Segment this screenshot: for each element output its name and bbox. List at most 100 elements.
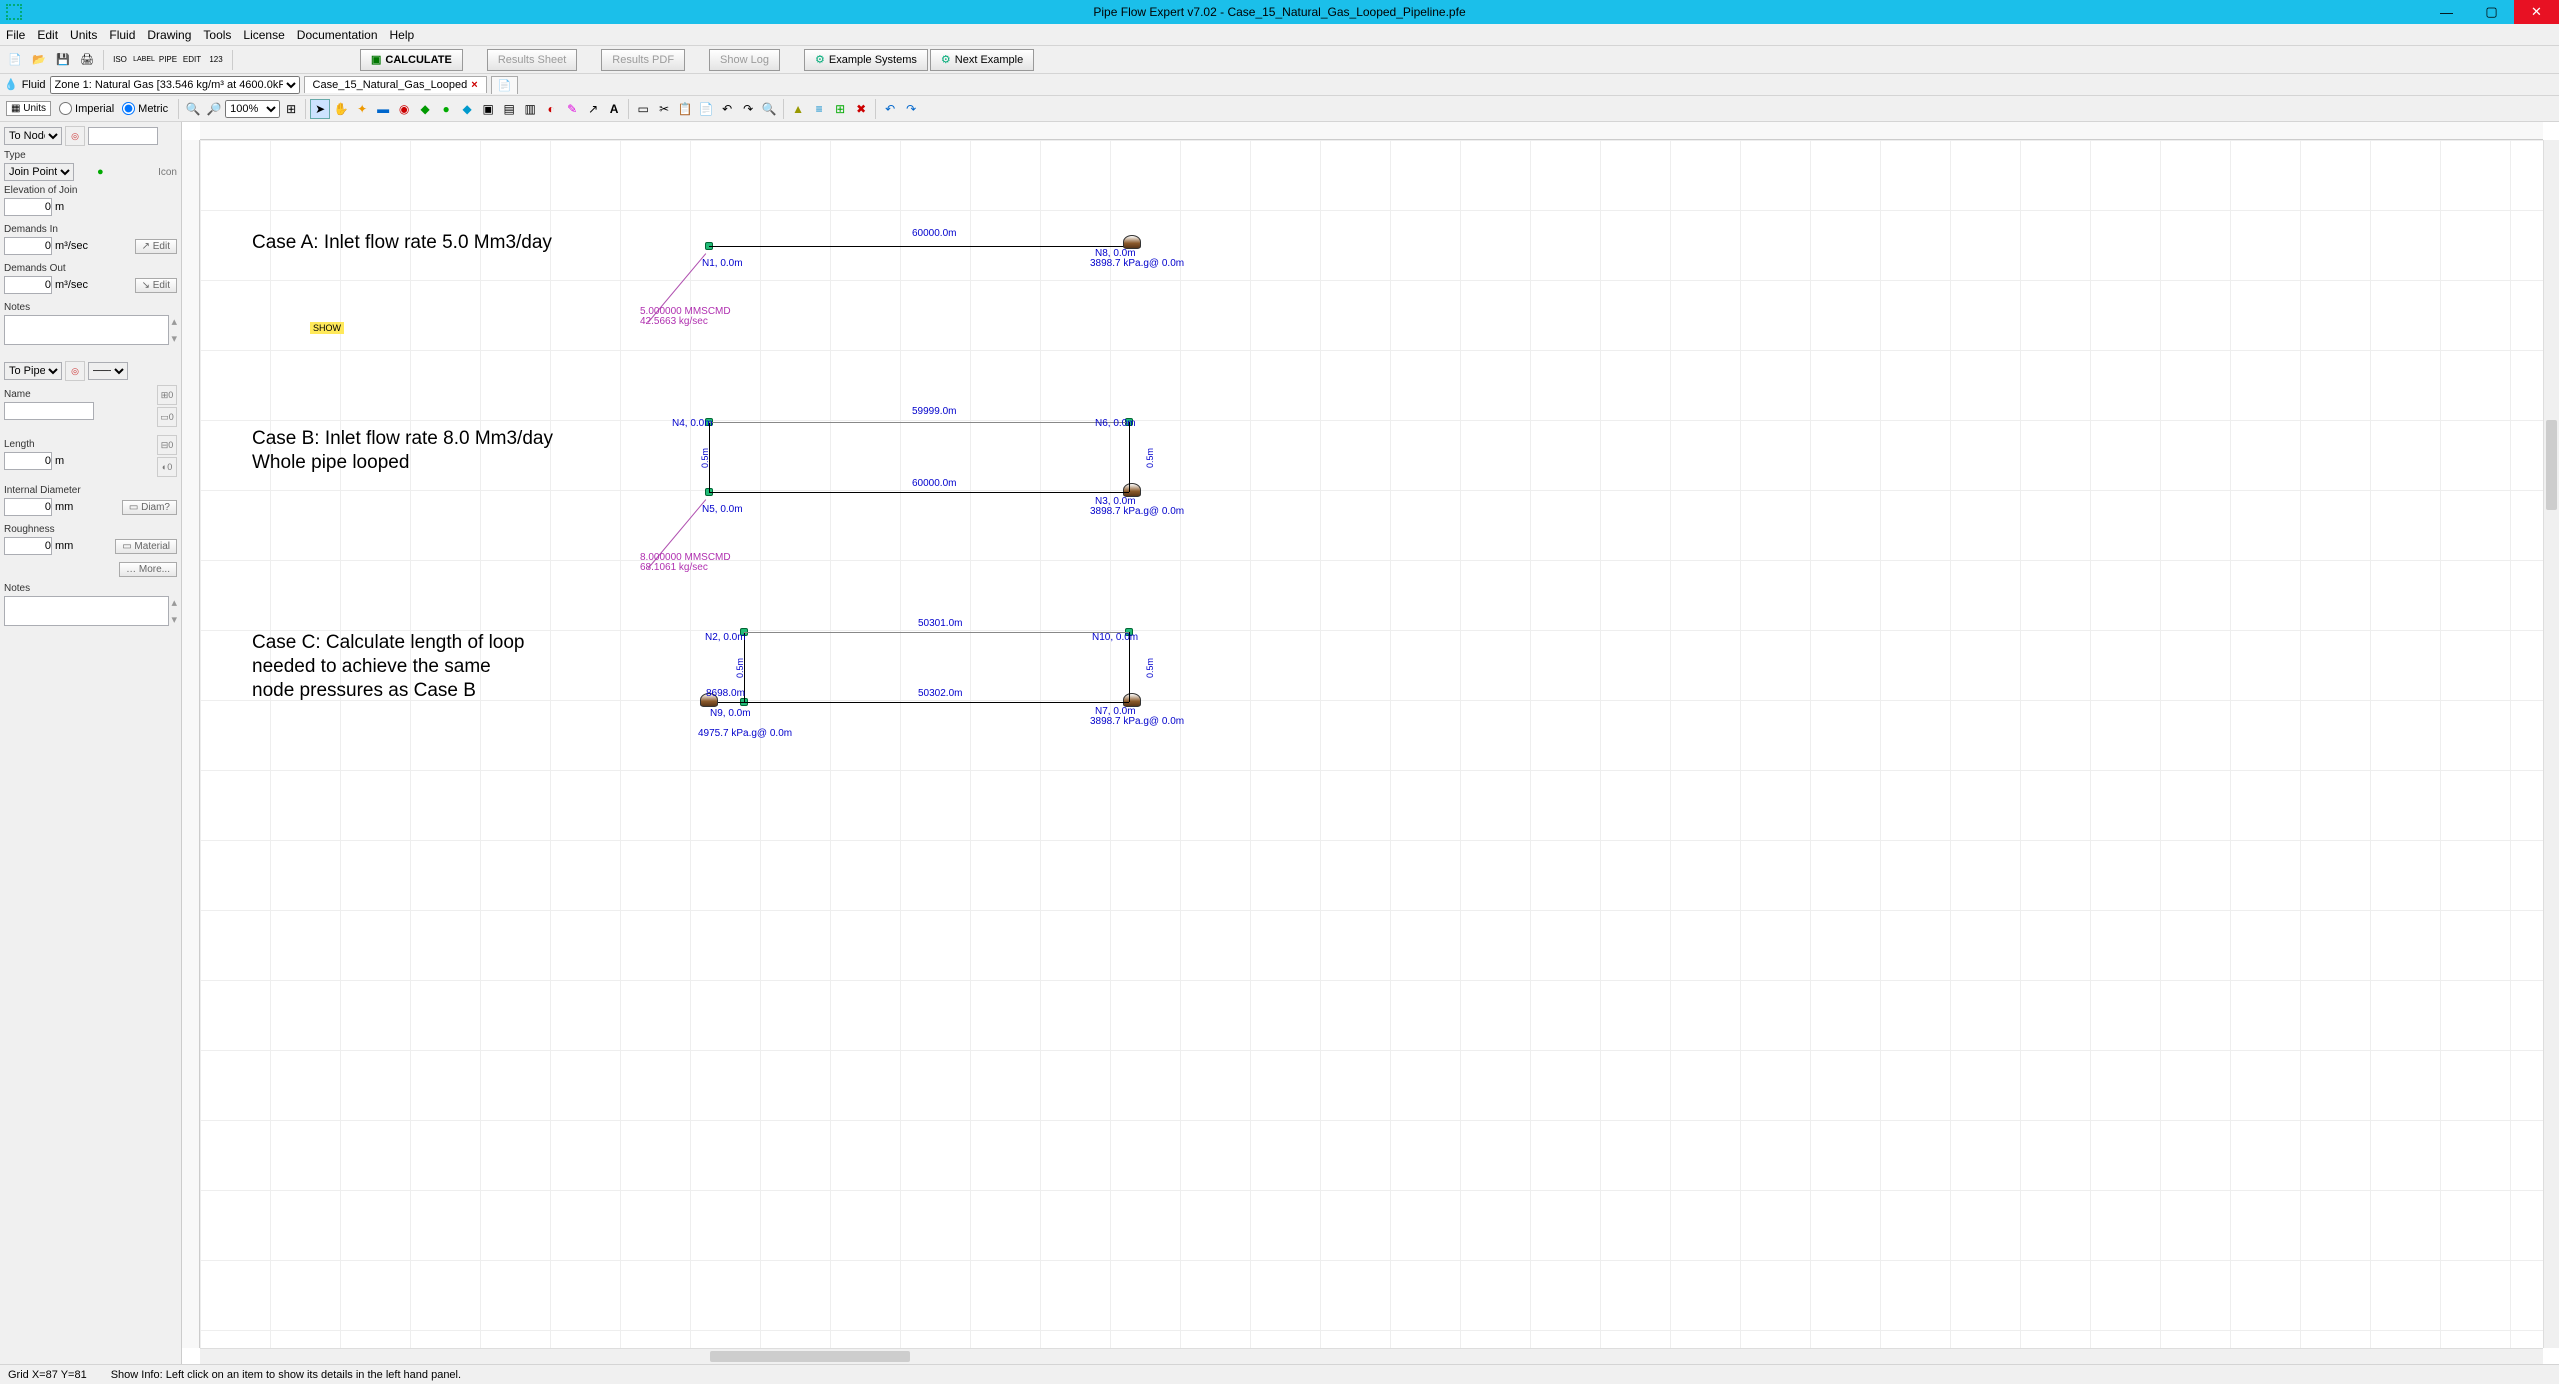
print-icon[interactable]: 🖨 xyxy=(76,49,98,71)
minimize-button[interactable]: — xyxy=(2424,0,2469,24)
redo-icon[interactable]: ↷ xyxy=(901,99,921,119)
select-icon[interactable]: ▭ xyxy=(633,99,653,119)
valve-icon[interactable]: ◆ xyxy=(415,99,435,119)
scrollbar-vertical[interactable] xyxy=(2543,140,2559,1348)
type-select[interactable]: Join Point xyxy=(4,163,74,181)
notes2-down-icon[interactable]: ▾ xyxy=(171,613,177,626)
notes-textarea[interactable] xyxy=(4,315,169,345)
copy-icon[interactable]: 📋 xyxy=(675,99,695,119)
c6-icon[interactable]: ↗ xyxy=(583,99,603,119)
join-icon[interactable]: ● xyxy=(436,99,456,119)
cut-icon[interactable]: ✂ xyxy=(654,99,674,119)
menu-tools[interactable]: Tools xyxy=(203,28,231,42)
label-icon[interactable]: LABEL xyxy=(133,49,155,71)
imperial-radio[interactable]: Imperial xyxy=(59,102,114,115)
material-button[interactable]: ▭ Material xyxy=(115,539,177,554)
tonode-select[interactable]: To Node xyxy=(4,127,62,145)
results-sheet-button[interactable]: Results Sheet xyxy=(487,49,577,71)
text-icon[interactable]: A xyxy=(604,99,624,119)
save-icon[interactable]: 💾 xyxy=(52,49,74,71)
menu-license[interactable]: License xyxy=(243,28,284,42)
calculate-button[interactable]: ▣CALCULATE xyxy=(360,49,463,71)
notes-down-icon[interactable]: ▾ xyxy=(171,332,177,345)
menu-units[interactable]: Units xyxy=(70,28,97,42)
icon-label[interactable]: Icon xyxy=(158,167,177,178)
fit-icon[interactable]: ⊞ xyxy=(281,99,301,119)
menu-help[interactable]: Help xyxy=(390,28,415,42)
tab-case15[interactable]: Case_15_Natural_Gas_Looped × xyxy=(304,76,487,93)
zoom-out-icon[interactable]: 🔍 xyxy=(183,99,203,119)
close-button[interactable]: ✕ xyxy=(2514,0,2559,24)
pipe-b-bottom[interactable] xyxy=(709,492,1129,493)
diam-button[interactable]: ▭ Diam? xyxy=(122,500,177,515)
node-icon[interactable]: ✦ xyxy=(352,99,372,119)
pipe-c-bottom[interactable] xyxy=(718,702,1129,703)
opt2-icon[interactable]: ▭0 xyxy=(157,407,177,427)
edit-icon[interactable]: EDIT xyxy=(181,49,203,71)
name-input[interactable] xyxy=(4,402,94,420)
more-button[interactable]: … More... xyxy=(119,562,177,577)
iso-icon[interactable]: ISO xyxy=(109,49,131,71)
menu-documentation[interactable]: Documentation xyxy=(297,28,378,42)
find-icon[interactable]: 🔍 xyxy=(759,99,779,119)
paste-icon[interactable]: 📄 xyxy=(696,99,716,119)
zoom-select[interactable]: 100% xyxy=(225,100,280,118)
new-tab-button[interactable]: 📄 xyxy=(491,76,519,94)
c2-icon[interactable]: ▤ xyxy=(499,99,519,119)
next-example-button[interactable]: ⚙Next Example xyxy=(930,49,1034,71)
tab-close-icon[interactable]: × xyxy=(471,79,477,91)
topipe-target-icon[interactable]: ◎ xyxy=(65,361,85,381)
pipe-b-right[interactable] xyxy=(1129,422,1130,492)
menu-file[interactable]: File xyxy=(6,28,25,42)
g1-icon[interactable]: ▲ xyxy=(788,99,808,119)
menu-edit[interactable]: Edit xyxy=(37,28,58,42)
tank-icon[interactable]: ▬ xyxy=(373,99,393,119)
demands-out-input[interactable] xyxy=(4,276,52,294)
example-systems-button[interactable]: ⚙Example Systems xyxy=(804,49,928,71)
pointer-icon[interactable]: ➤ xyxy=(310,99,330,119)
tank-n7[interactable] xyxy=(1123,693,1141,707)
open-icon[interactable]: 📂 xyxy=(28,49,50,71)
opt4-icon[interactable]: ◐0 xyxy=(157,457,177,477)
pipe-a-main[interactable] xyxy=(709,246,1129,247)
tonode-target-icon[interactable]: ◎ xyxy=(65,126,85,146)
zoom-in-icon[interactable]: 🔎 xyxy=(204,99,224,119)
maximize-button[interactable]: ▢ xyxy=(2469,0,2514,24)
pipe-icon[interactable]: PIPE xyxy=(157,49,179,71)
scroll-thumb-v[interactable] xyxy=(2546,420,2557,510)
pipe-c-top[interactable] xyxy=(744,632,1129,633)
opt3-icon[interactable]: ⊟0 xyxy=(157,435,177,455)
menu-drawing[interactable]: Drawing xyxy=(147,28,191,42)
tank-n8[interactable] xyxy=(1123,235,1141,249)
fluid-select[interactable]: Zone 1: Natural Gas [33.546 kg/m³ at 460… xyxy=(50,76,300,94)
c1-icon[interactable]: ▣ xyxy=(478,99,498,119)
pump-icon[interactable]: ◉ xyxy=(394,99,414,119)
c3-icon[interactable]: ▥ xyxy=(520,99,540,119)
notes-up-icon[interactable]: ▴ xyxy=(171,315,177,328)
redo2-icon[interactable]: ↷ xyxy=(738,99,758,119)
spray-icon[interactable]: ◆ xyxy=(457,99,477,119)
notes2-up-icon[interactable]: ▴ xyxy=(171,596,177,609)
c5-icon[interactable]: ✎ xyxy=(562,99,582,119)
new-icon[interactable]: 📄 xyxy=(4,49,26,71)
show-log-button[interactable]: Show Log xyxy=(709,49,780,71)
linestyle-select[interactable]: ─── xyxy=(88,362,128,380)
scrollbar-horizontal[interactable] xyxy=(200,1348,2543,1364)
g2-icon[interactable]: ≡ xyxy=(809,99,829,119)
metric-radio[interactable]: Metric xyxy=(122,102,168,115)
opt1-icon[interactable]: ⊞0 xyxy=(157,385,177,405)
drawing-canvas[interactable]: SHOW Case A: Inlet flow rate 5.0 Mm3/day… xyxy=(200,140,2543,1348)
edit-in-button[interactable]: ↗ Edit xyxy=(135,239,177,254)
delete-icon[interactable]: ✖ xyxy=(851,99,871,119)
tonode-input[interactable] xyxy=(88,127,158,145)
results-pdf-button[interactable]: Results PDF xyxy=(601,49,685,71)
hand-icon[interactable]: ✋ xyxy=(331,99,351,119)
c4-icon[interactable]: ◐ xyxy=(541,99,561,119)
menu-fluid[interactable]: Fluid xyxy=(109,28,135,42)
length-input[interactable] xyxy=(4,452,52,470)
roughness-input[interactable] xyxy=(4,537,52,555)
diameter-input[interactable] xyxy=(4,498,52,516)
units-button[interactable]: ▦ Units xyxy=(6,101,51,116)
num-icon[interactable]: 123 xyxy=(205,49,227,71)
g3-icon[interactable]: ⊞ xyxy=(830,99,850,119)
